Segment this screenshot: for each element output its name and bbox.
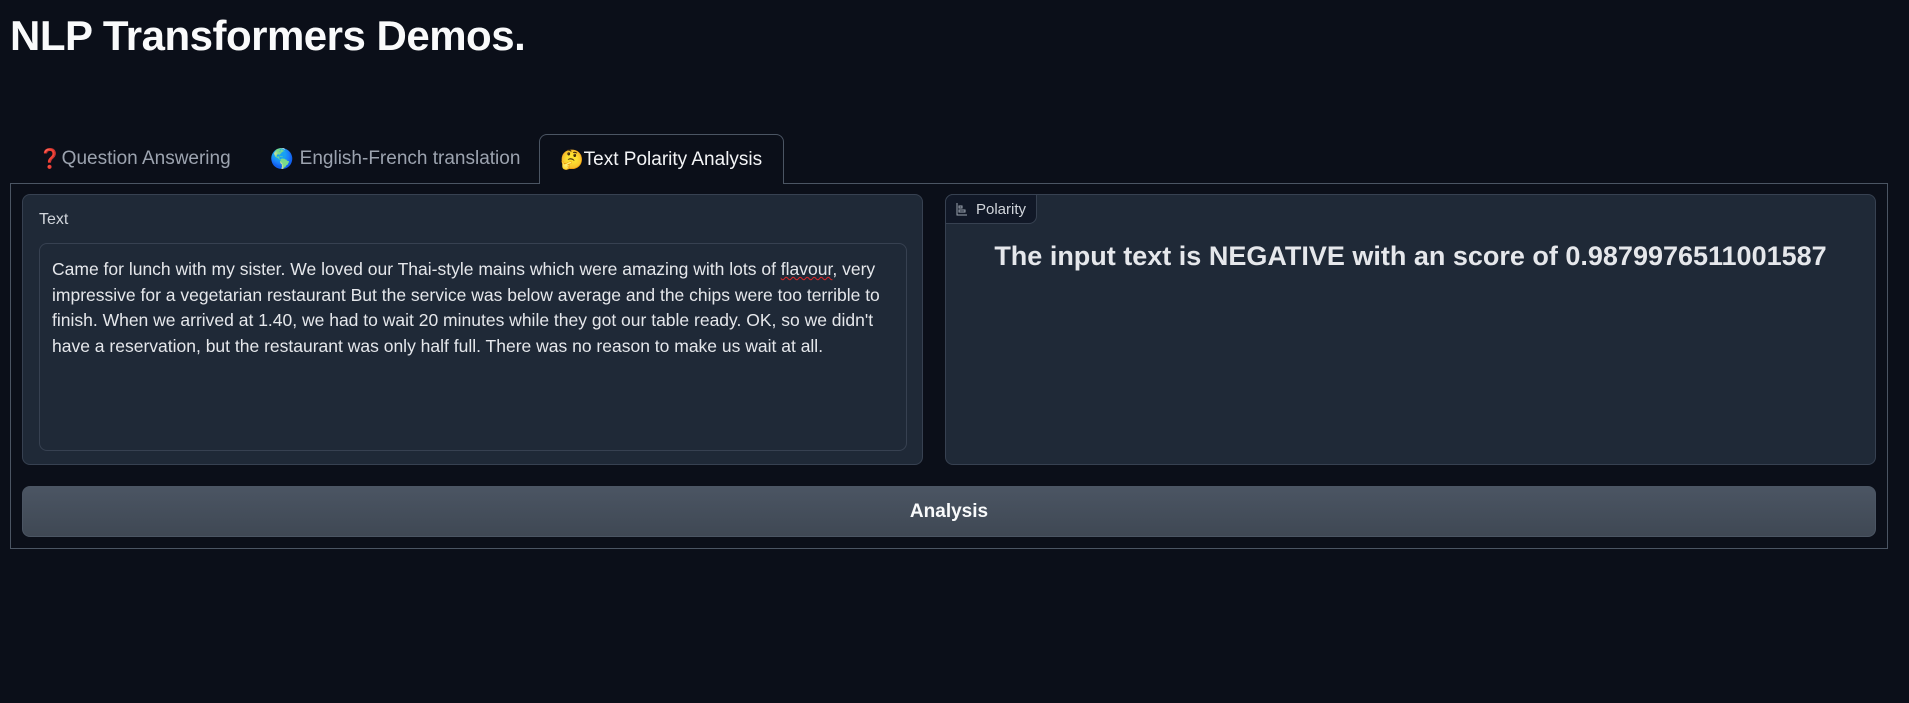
tab-question-answering[interactable]: ❓ Question Answering bbox=[18, 134, 251, 184]
polarity-result: The input text is NEGATIVE with an score… bbox=[994, 241, 1827, 271]
text-segment: Came for lunch with my sister. We loved … bbox=[52, 259, 781, 279]
misspelled-word: flavour bbox=[780, 259, 833, 279]
globe-icon: 🌎 bbox=[270, 149, 294, 170]
polarity-label-badge: Polarity bbox=[945, 194, 1038, 224]
page-title: NLP Transformers Demos. bbox=[10, 12, 526, 59]
tab-label: Text Polarity Analysis bbox=[583, 148, 763, 170]
chart-icon bbox=[956, 203, 967, 216]
polarity-output-panel: Polarity The input text is NEGATIVE with… bbox=[945, 194, 1876, 465]
text-input[interactable]: Came for lunch with my sister. We loved … bbox=[39, 243, 907, 451]
text-input-panel: Text Came for lunch with my sister. We l… bbox=[22, 194, 923, 465]
text-label: Text bbox=[39, 211, 69, 228]
thinking-face-icon: 🤔 bbox=[560, 149, 584, 171]
tab-text-polarity-analysis[interactable]: 🤔 Text Polarity Analysis bbox=[539, 134, 784, 184]
tab-label: Question Answering bbox=[61, 148, 231, 169]
question-icon: ❓ bbox=[38, 149, 62, 170]
tab-label: English-French translation bbox=[299, 148, 521, 169]
polarity-label: Polarity bbox=[976, 200, 1027, 218]
analysis-button[interactable]: Analysis bbox=[22, 486, 1876, 537]
tab-english-french-translation[interactable]: 🌎 English-French translation bbox=[250, 134, 540, 184]
